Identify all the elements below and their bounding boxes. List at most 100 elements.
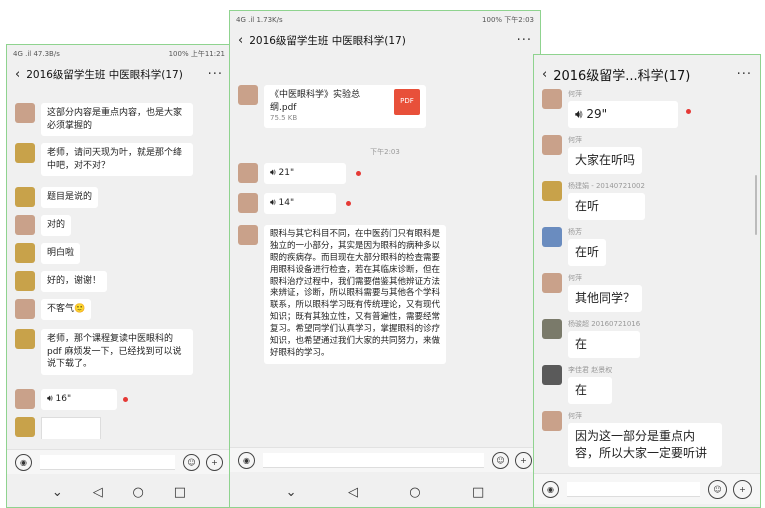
message-bubble[interactable]: 其他同学？ (568, 285, 643, 312)
status-left: 4G .il 47.3B/s (13, 50, 60, 58)
voice-wave-icon: 🔊︎ (47, 394, 53, 404)
message-bubble[interactable]: 这部分内容是重点内容，也是大家必须掌握的 (41, 103, 193, 137)
chat-header: ‹ 2016级留学生班 中医眼科学(17) ··· (230, 29, 540, 51)
unread-dot (356, 171, 361, 176)
chat-title: 2016级留学生班 中医眼科学(17) (26, 68, 183, 81)
recents-square-icon[interactable]: □ (174, 485, 186, 500)
message-list[interactable]: 何萍 🔊︎ 29" 何萍 大家在听吗 杨建娟 - 20140721002 在听 (534, 89, 760, 469)
message-bubble[interactable]: 大家在听吗 (568, 147, 643, 174)
message-bubble[interactable]: 在 (568, 331, 641, 358)
file-message[interactable]: 《中医眼科学》实验总纲.pdf 75.5 KB PDF (264, 85, 426, 128)
message-list[interactable]: 《中医眼科学》实验总纲.pdf 75.5 KB PDF 下午2:03 🔊︎ 21… (230, 69, 540, 449)
avatar[interactable] (15, 143, 35, 163)
back-icon[interactable]: ‹ (238, 33, 243, 48)
avatar[interactable] (15, 187, 35, 207)
voice-icon[interactable]: ◉ (542, 480, 559, 498)
home-circle-icon[interactable]: ○ (133, 485, 144, 500)
message-bubble[interactable]: 在听 (568, 193, 645, 220)
message-bubble[interactable]: 老师，请问天现为叶，就是那个绛中吧，对不对？ (41, 143, 193, 177)
menu-chevron-icon[interactable]: ⌄ (286, 485, 297, 500)
voice-message[interactable]: 🔊︎ 16" (41, 389, 117, 410)
message-bubble[interactable]: 不客气🙂 (41, 299, 92, 320)
unread-dot (123, 397, 128, 402)
voice-message[interactable]: 🔊︎ 29" (568, 101, 678, 128)
message-bubble[interactable]: 好的，谢谢！ (41, 271, 108, 292)
chat-title: 2016级留学生班 中医眼科学(17) (249, 34, 406, 47)
message-bubble[interactable]: 对的 (41, 215, 72, 236)
avatar[interactable] (15, 243, 35, 263)
emoji-icon[interactable]: ☺ (708, 479, 727, 499)
message-bubble[interactable]: 明白啦 (41, 243, 81, 264)
plus-icon[interactable]: + (206, 453, 223, 471)
avatar[interactable] (542, 319, 562, 339)
file-size: 75.5 KB (270, 114, 298, 123)
avatar[interactable] (238, 163, 258, 183)
back-triangle-icon[interactable]: ◁ (348, 485, 358, 500)
avatar[interactable] (238, 193, 258, 213)
avatar[interactable] (15, 103, 35, 123)
avatar[interactable] (542, 135, 562, 155)
voice-duration: 21" (278, 168, 295, 178)
message-bubble[interactable]: 眼科与其它科目不同，在中医药门只有眼科是独立的一小部分，其实是因为眼科的病种多以… (264, 225, 446, 364)
back-triangle-icon[interactable]: ◁ (93, 485, 103, 500)
input-bar: ◉ ☺ + (230, 447, 540, 472)
chat-header: ‹ 2016级留学生班 中医眼科学(17) ··· (7, 63, 231, 85)
avatar[interactable] (15, 271, 35, 291)
voice-icon[interactable]: ◉ (15, 453, 32, 471)
message-row: 这部分内容是重点内容，也是大家必须掌握的 (15, 103, 223, 137)
voice-message[interactable]: 🔊︎ 14" (264, 193, 336, 214)
message-input[interactable] (263, 452, 484, 468)
avatar[interactable] (238, 225, 258, 245)
avatar[interactable] (542, 365, 562, 385)
avatar[interactable] (15, 389, 35, 409)
message-row: 何萍 大家在听吗 (542, 135, 752, 174)
avatar[interactable] (542, 411, 562, 431)
avatar[interactable] (15, 215, 35, 235)
message-bubble[interactable]: 在 (568, 377, 613, 404)
sender-name: 何萍 (568, 412, 582, 420)
message-row: 不客气🙂 (15, 299, 223, 320)
message-bubble[interactable]: 题目是说的 (41, 187, 99, 208)
sender-name: 何萍 (568, 136, 582, 144)
message-list[interactable]: 这部分内容是重点内容，也是大家必须掌握的 老师，请问天现为叶，就是那个绛中吧，对… (7, 89, 231, 439)
avatar[interactable] (542, 227, 562, 247)
emoji-icon[interactable]: ☺ (492, 451, 509, 469)
chat-header: ‹ 2016级留学...科学(17) ··· (534, 61, 760, 87)
avatar[interactable] (542, 273, 562, 293)
input-bar: ◉ ☺ + (534, 473, 760, 504)
status-bar: 4G .il 1.73K/s 100% 下午2:03 (230, 11, 540, 29)
voice-message[interactable]: 🔊︎ 21" (264, 163, 346, 184)
message-row: 杨骏超 20160721016 在 (542, 319, 752, 358)
document-thumbnail[interactable] (41, 417, 101, 439)
more-icon[interactable]: ··· (737, 67, 752, 82)
voice-wave-icon: 🔊︎ (270, 198, 276, 208)
avatar[interactable] (15, 417, 35, 437)
status-right: 100% 下午2:03 (482, 16, 534, 24)
avatar[interactable] (542, 181, 562, 201)
menu-chevron-icon[interactable]: ⌄ (52, 485, 63, 500)
voice-icon[interactable]: ◉ (238, 451, 255, 469)
emoji-icon[interactable]: ☺ (183, 453, 200, 471)
message-row: 《中医眼科学》实验总纲.pdf 75.5 KB PDF (238, 85, 532, 128)
back-icon[interactable]: ‹ (15, 67, 20, 82)
chat-title: 2016级留学...科学(17) (553, 68, 691, 84)
message-input[interactable] (567, 481, 700, 497)
recents-square-icon[interactable]: □ (472, 485, 484, 500)
avatar[interactable] (238, 85, 258, 105)
message-row: 杨建娟 - 20140721002 在听 (542, 181, 752, 220)
message-bubble[interactable]: 因为这一部分是重点内容，所以大家一定要听讲 (568, 423, 722, 467)
avatar[interactable] (542, 89, 562, 109)
message-input[interactable] (40, 454, 175, 470)
voice-duration: 29" (586, 107, 608, 121)
home-circle-icon[interactable]: ○ (409, 485, 420, 500)
message-bubble[interactable]: 老师，那个课程复读中医眼科的pdf 麻烦发一下，已经找到可以说说下载了。 (41, 329, 193, 375)
back-icon[interactable]: ‹ (542, 67, 547, 82)
avatar[interactable] (15, 329, 35, 349)
avatar[interactable] (15, 299, 35, 319)
sender-name: 杨芳 (568, 228, 582, 236)
message-bubble[interactable]: 在听 (568, 239, 607, 266)
more-icon[interactable]: ··· (517, 33, 532, 48)
plus-icon[interactable]: + (733, 479, 752, 499)
plus-icon[interactable]: + (515, 451, 532, 469)
more-icon[interactable]: ··· (208, 67, 223, 82)
